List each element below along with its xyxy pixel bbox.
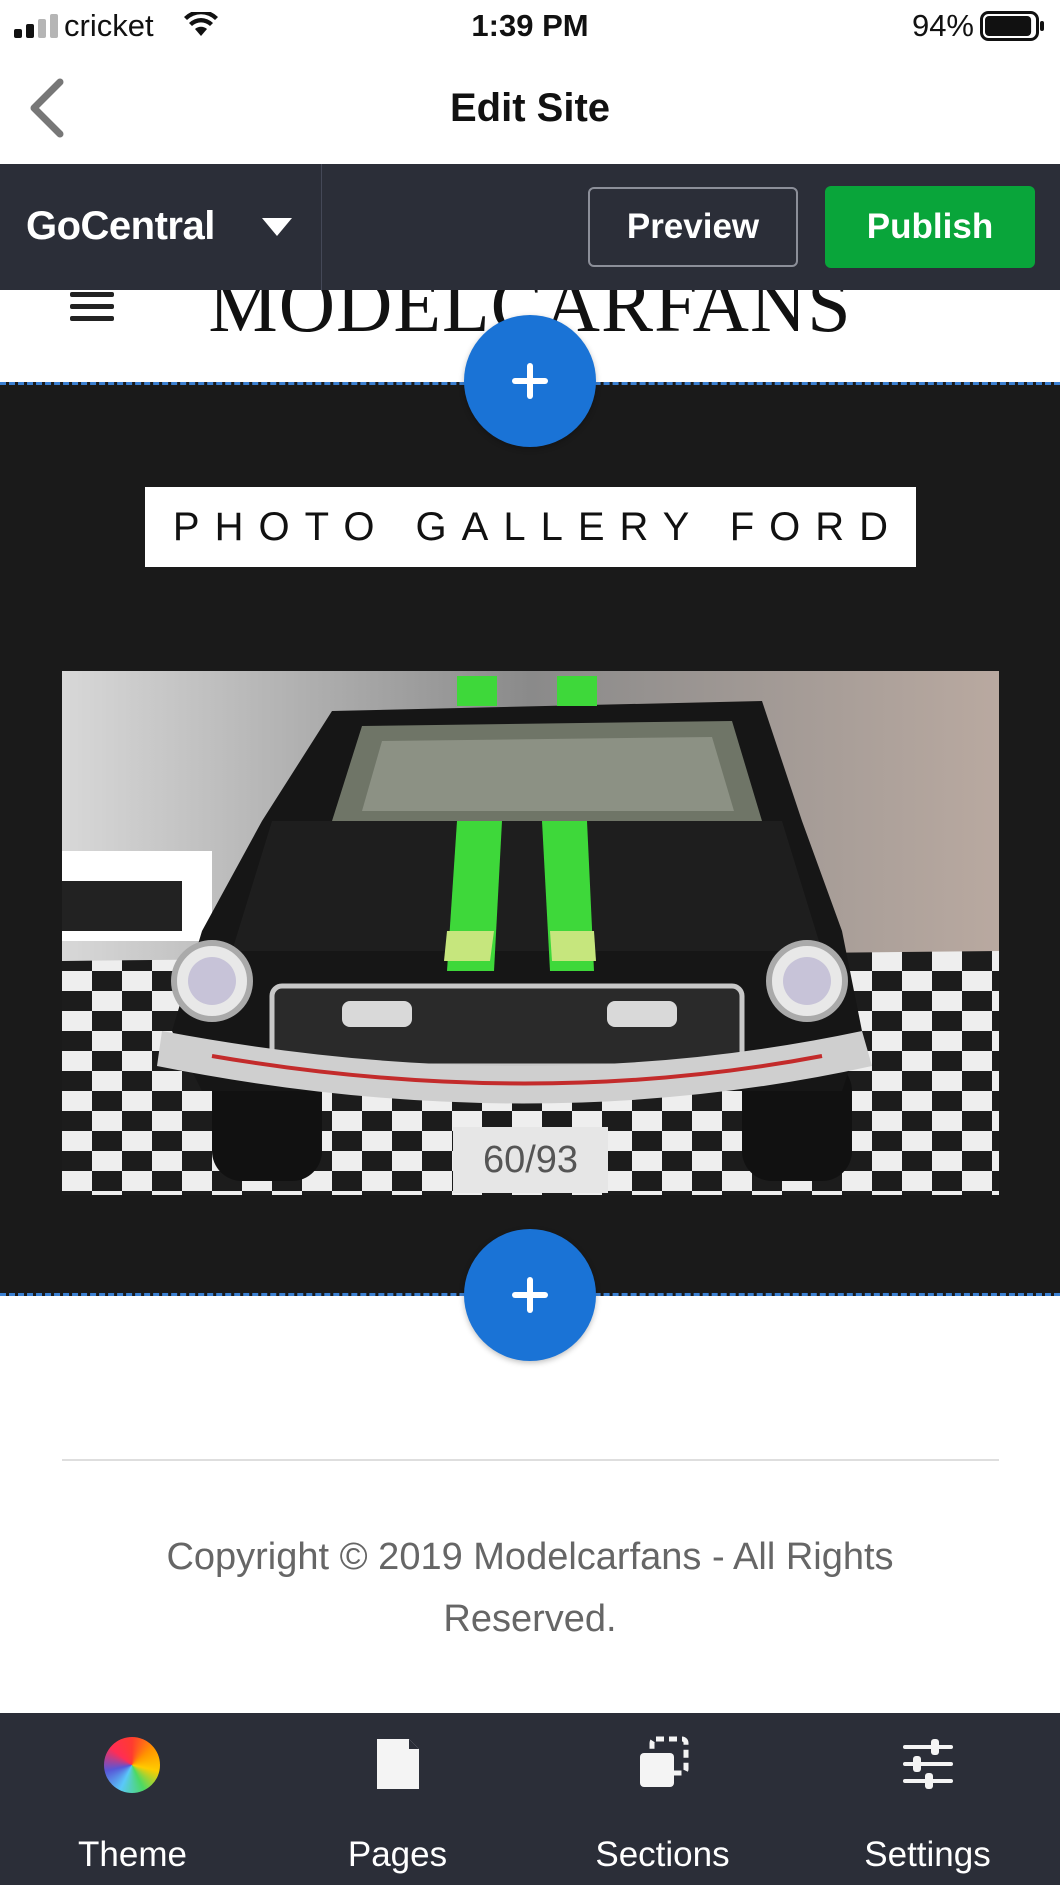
caret-down-icon bbox=[262, 218, 292, 236]
tab-settings[interactable]: Settings bbox=[795, 1713, 1060, 1885]
tab-theme[interactable]: Theme bbox=[0, 1713, 265, 1885]
sliders-icon bbox=[903, 1739, 953, 1789]
sections-icon bbox=[640, 1736, 689, 1787]
tab-label: Settings bbox=[864, 1835, 991, 1874]
footer-divider bbox=[62, 1459, 999, 1461]
site-switcher-dropdown[interactable]: GoCentral bbox=[0, 164, 322, 290]
tab-label: Theme bbox=[78, 1835, 187, 1874]
gallery-counter: 60/93 bbox=[453, 1127, 608, 1193]
status-time: 1:39 PM bbox=[471, 8, 589, 43]
plus-icon bbox=[512, 363, 548, 399]
tab-pages[interactable]: Pages bbox=[265, 1713, 530, 1885]
tab-label: Sections bbox=[595, 1835, 730, 1874]
tab-sections[interactable]: Sections bbox=[530, 1713, 795, 1885]
nav-bar: Edit Site bbox=[0, 54, 1060, 164]
gallery-title: PHOTO GALLERY FORD bbox=[145, 487, 916, 567]
add-section-button-bottom[interactable] bbox=[464, 1229, 596, 1361]
gallery-photo[interactable] bbox=[62, 671, 999, 1195]
battery-icon bbox=[980, 11, 1044, 41]
status-bar: cricket 1:39 PM 94% bbox=[0, 0, 1060, 54]
add-section-button-top[interactable] bbox=[464, 315, 596, 447]
copyright-text: Copyright © 2019 Modelcarfans - All Righ… bbox=[166, 1536, 894, 1640]
page-icon bbox=[377, 1739, 419, 1789]
page-title: Edit Site bbox=[449, 86, 611, 130]
publish-button[interactable]: Publish bbox=[825, 186, 1035, 268]
tab-label: Pages bbox=[347, 1835, 448, 1874]
bottom-tab-bar: Theme Pages Sections Settings bbox=[0, 1713, 1060, 1885]
battery-percent: 94% bbox=[911, 8, 974, 43]
plus-icon bbox=[512, 1277, 548, 1313]
car-photo-image bbox=[62, 671, 999, 1195]
brand-label: GoCentral bbox=[26, 204, 215, 248]
preview-button[interactable]: Preview bbox=[588, 187, 798, 267]
color-wheel-icon bbox=[104, 1737, 160, 1793]
editor-toolbar: GoCentral Preview Publish bbox=[0, 164, 1060, 290]
